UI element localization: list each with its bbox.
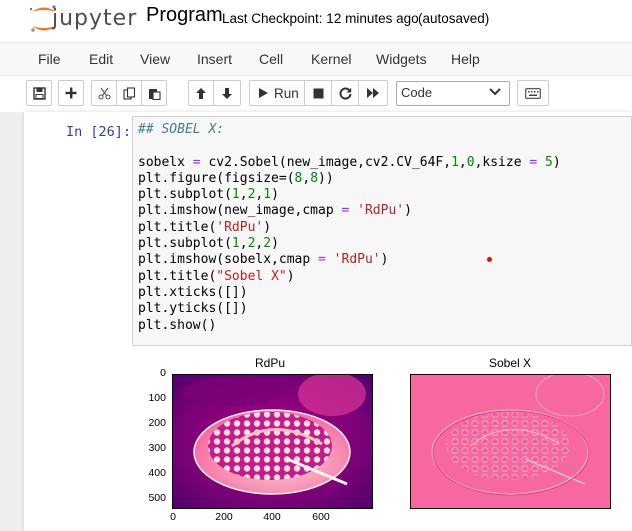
cut-button[interactable]: [91, 80, 117, 106]
x-tick-600: 600: [312, 511, 330, 523]
code-line[interactable]: plt.yticks([]): [138, 301, 248, 316]
code-line[interactable]: plt.figure(figsize=(8,8)): [138, 171, 334, 186]
move-up-icon: [196, 87, 206, 99]
menu-widgets[interactable]: Widgets: [376, 51, 427, 67]
y-tick-300: 300: [148, 442, 166, 454]
menu-cell[interactable]: Cell: [259, 51, 283, 67]
y-tick-0: 0: [160, 367, 166, 379]
add-cell-icon: [65, 87, 77, 99]
code-line[interactable]: plt.show(): [138, 318, 216, 333]
add-cell-button[interactable]: [58, 80, 84, 106]
x-tick-200: 200: [215, 511, 233, 523]
code-text[interactable]: ## SOBEL X: sobelx = cv2.Sobel(new_image…: [138, 122, 561, 334]
toolbar: Run Code: [0, 76, 632, 110]
run-button[interactable]: Run: [249, 80, 305, 106]
command-palette-button[interactable]: [517, 80, 549, 106]
keyboard-icon: [525, 87, 541, 99]
menu-file[interactable]: File: [38, 51, 61, 67]
copy-button[interactable]: [116, 80, 142, 106]
run-icon: [259, 88, 268, 98]
paste-icon: [148, 88, 161, 100]
x-tick-400: 400: [263, 511, 281, 523]
notebook-name[interactable]: Program: [146, 4, 223, 27]
notebook-header: jupyter Program Last Checkpoint: 12 minu…: [0, 0, 632, 38]
save-button[interactable]: [26, 80, 52, 106]
cell-output: RdPu Sobel X 0 100 200 300 400 500 0 200…: [132, 352, 632, 531]
cursor-dot: [487, 257, 492, 262]
interrupt-button[interactable]: [304, 80, 332, 106]
cell-type-value: Code: [401, 85, 433, 100]
chevron-down-icon: [489, 88, 501, 96]
move-up-button[interactable]: [188, 80, 214, 106]
code-line[interactable]: plt.subplot(1,2,1): [138, 187, 279, 202]
menu-kernel[interactable]: Kernel: [311, 51, 351, 67]
cell-type-select[interactable]: Code: [396, 81, 510, 106]
menu-help[interactable]: Help: [451, 51, 480, 67]
fast-forward-icon: [367, 88, 379, 98]
code-line[interactable]: ## SOBEL X:: [138, 122, 224, 137]
save-icon: [32, 86, 46, 100]
left-plot-title: RdPu: [254, 356, 286, 370]
y-tick-100: 100: [148, 392, 166, 404]
menu-edit[interactable]: Edit: [89, 51, 113, 67]
code-line[interactable]: plt.subplot(1,2,2): [138, 236, 279, 251]
code-line[interactable]: plt.imshow(new_image,cmap = 'RdPu'): [138, 203, 412, 218]
menu-view[interactable]: View: [140, 51, 170, 67]
x-tick-0: 0: [170, 511, 176, 523]
code-line[interactable]: sobelx = cv2.Sobel(new_image,cv2.CV_64F,…: [138, 155, 561, 170]
paste-button[interactable]: [141, 80, 167, 106]
checkpoint-status: Last Checkpoint: 12 minutes ago: [222, 11, 419, 26]
cut-icon: [97, 87, 111, 100]
autosave-status: (autosaved): [418, 11, 490, 26]
move-down-icon: [222, 87, 232, 99]
input-prompt: In [26]:: [66, 124, 132, 140]
left-plot-frame: [172, 374, 373, 509]
y-tick-200: 200: [148, 417, 166, 429]
move-down-button[interactable]: [213, 80, 241, 106]
jupyter-logo-text: jupyter: [52, 6, 138, 31]
y-tick-500: 500: [148, 492, 166, 504]
run-button-label: Run: [274, 85, 299, 101]
stop-icon: [313, 88, 323, 98]
right-plot-frame: [410, 374, 611, 509]
right-plot-title: Sobel X: [488, 356, 532, 370]
menu-insert[interactable]: Insert: [197, 51, 232, 67]
code-line[interactable]: plt.xticks([]): [138, 285, 248, 300]
code-line[interactable]: plt.imshow(sobelx,cmap = 'RdPu'): [138, 252, 388, 267]
y-tick-400: 400: [148, 467, 166, 479]
copy-icon: [122, 86, 135, 100]
restart-button[interactable]: [331, 80, 359, 106]
restart-run-all-button[interactable]: [358, 80, 388, 106]
restart-icon: [339, 87, 351, 100]
menubar: File Edit View Insert Cell Kernel Widget…: [0, 42, 632, 76]
code-line[interactable]: plt.title("Sobel X"): [138, 269, 295, 284]
code-line[interactable]: plt.title('RdPu'): [138, 220, 271, 235]
